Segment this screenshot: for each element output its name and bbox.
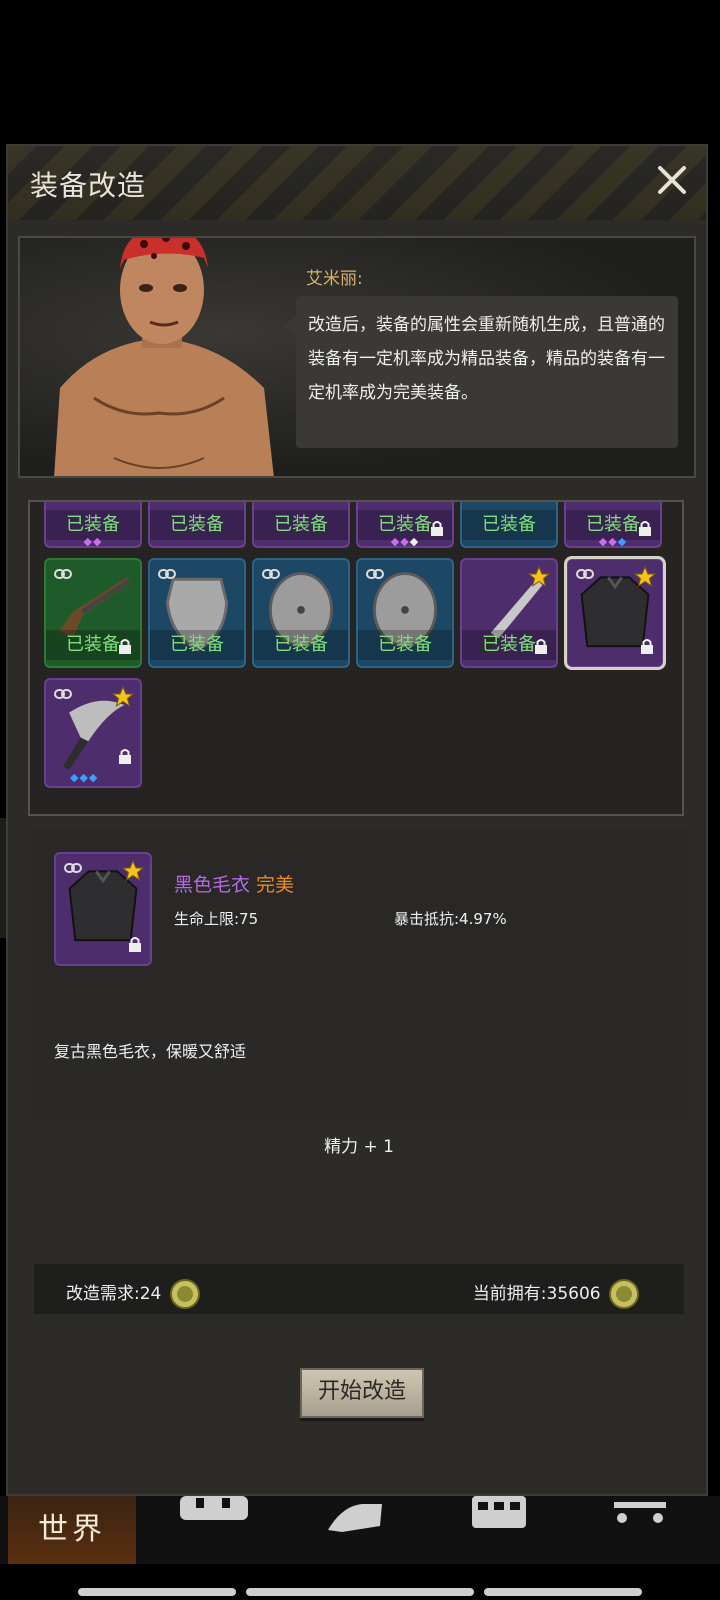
item-detail-panel: 黑色毛衣 完美 生命上限:75 暴击抵抗:4.97% 复古黑色毛衣，保暖又舒适: [32, 830, 688, 1120]
link-icon: [64, 863, 82, 873]
equipped-label: 已装备: [254, 630, 348, 660]
tab-shop[interactable]: [610, 1496, 700, 1564]
lock-icon: [431, 521, 443, 536]
equipped-label: 已装备: [358, 630, 452, 660]
stat-crit-resist: 暴击抵抗:4.97%: [394, 910, 507, 928]
equipment-slot-round-shield[interactable]: 已装备: [356, 558, 454, 668]
gem-row: ◆◆◆: [598, 535, 628, 548]
backpack-icon: [180, 1496, 248, 1520]
item-description: 复古黑色毛衣，保暖又舒适: [54, 1042, 247, 1061]
gem-row: ◆◆◆: [390, 535, 420, 548]
star-icon: [112, 686, 134, 708]
nav-gesture-bar: [246, 1588, 474, 1596]
lock-icon: [129, 937, 141, 952]
tab-backpack[interactable]: [176, 1496, 266, 1564]
npc-name: 艾米丽:: [306, 269, 363, 289]
close-button[interactable]: [652, 160, 692, 200]
equipped-label: 已装备: [462, 510, 556, 540]
bottle-cap-icon: [169, 1279, 200, 1309]
bottom-tab-bar: 世界: [0, 1496, 720, 1564]
lock-icon: [535, 639, 547, 654]
lock-icon: [641, 639, 653, 654]
equipment-slot-black-sweater-selected[interactable]: [564, 556, 666, 670]
cost-bar: 改造需求:24 当前拥有:35606: [34, 1264, 684, 1314]
cart-icon: [614, 1502, 666, 1523]
equipment-slot-kukri[interactable]: ◆◆◆: [44, 678, 142, 788]
item-quality: 完美: [256, 874, 295, 896]
start-modify-button[interactable]: 开始改造: [300, 1368, 424, 1418]
close-icon: [658, 166, 686, 194]
equipped-label: 已装备: [254, 510, 348, 540]
equipped-label: 已装备: [150, 630, 244, 660]
equipment-slot[interactable]: 已装备 ◆◆◆: [356, 502, 454, 548]
tab-world[interactable]: 世界: [8, 1496, 136, 1564]
character-icon: [328, 1504, 382, 1532]
equipment-slot-round-shield[interactable]: 已装备: [252, 558, 350, 668]
nav-gesture-bar: [78, 1588, 236, 1596]
equipped-label: 已装备: [150, 510, 244, 540]
bottle-cap-icon: [609, 1279, 639, 1309]
star-icon: [634, 566, 656, 588]
owned-currency-label: 当前拥有:35606: [472, 1284, 601, 1304]
link-icon: [576, 569, 594, 579]
equipment-grid[interactable]: 已装备 ◆◆ 已装备 已装备 已装备 ◆◆◆ 已装备 已装备 ◆◆◆ 已装备 已…: [28, 500, 684, 816]
link-icon: [158, 569, 176, 579]
tab-craft[interactable]: [468, 1496, 558, 1564]
star-icon: [122, 860, 144, 882]
tab-character[interactable]: [322, 1496, 412, 1564]
equipment-slot[interactable]: 已装备 ◆◆◆: [564, 502, 662, 548]
owned-currency: 当前拥有:35606: [473, 1278, 640, 1310]
gem-row: ◆◆◆: [70, 771, 99, 784]
lock-icon: [119, 749, 131, 764]
equipment-slot-machete[interactable]: 已装备: [460, 558, 558, 668]
link-icon: [54, 689, 72, 699]
npc-speech-bubble: 改造后，装备的属性会重新随机生成，且普通的装备有一定机率成为精品装备，精品的装备…: [282, 296, 678, 448]
equipment-slot[interactable]: 已装备: [148, 502, 246, 548]
equipment-slot[interactable]: 已装备: [460, 502, 558, 548]
equipment-slot[interactable]: 已装备: [252, 502, 350, 548]
item-name: 黑色毛衣: [174, 874, 251, 896]
energy-bonus: 精力 + 1: [324, 1137, 394, 1157]
equipment-slot-shield[interactable]: 已装备: [148, 558, 246, 668]
link-icon: [54, 569, 72, 579]
required-cost: 改造需求:24: [66, 1278, 201, 1310]
lock-icon: [119, 639, 131, 654]
star-icon: [528, 566, 550, 588]
nav-gesture-bar: [484, 1588, 642, 1596]
equipment-slot[interactable]: 已装备 ◆◆: [44, 502, 142, 548]
required-cost-label: 改造需求:24: [66, 1284, 162, 1304]
equipment-slot-shotgun[interactable]: 已装备: [44, 558, 142, 668]
link-icon: [262, 569, 280, 579]
lock-icon: [639, 521, 651, 536]
item-name-line: 黑色毛衣 完美: [174, 870, 294, 897]
crafting-icon: [472, 1496, 526, 1528]
link-icon: [366, 569, 384, 579]
stat-max-hp: 生命上限:75: [174, 910, 259, 928]
gem-row: ◆◆: [83, 535, 103, 548]
npc-dialog-box: 艾米丽: 改造后，装备的属性会重新随机生成，且普通的装备有一定机率成为精品装备，…: [18, 236, 696, 478]
npc-portrait: [54, 238, 274, 476]
dialog-title: 装备改造: [30, 169, 147, 202]
modify-equipment-dialog: 装备改造 艾米丽: 改造后，装备的属性会重新随机生成，且普通的装备有一定机率成为…: [6, 144, 708, 1496]
detail-item-icon: [54, 852, 152, 966]
